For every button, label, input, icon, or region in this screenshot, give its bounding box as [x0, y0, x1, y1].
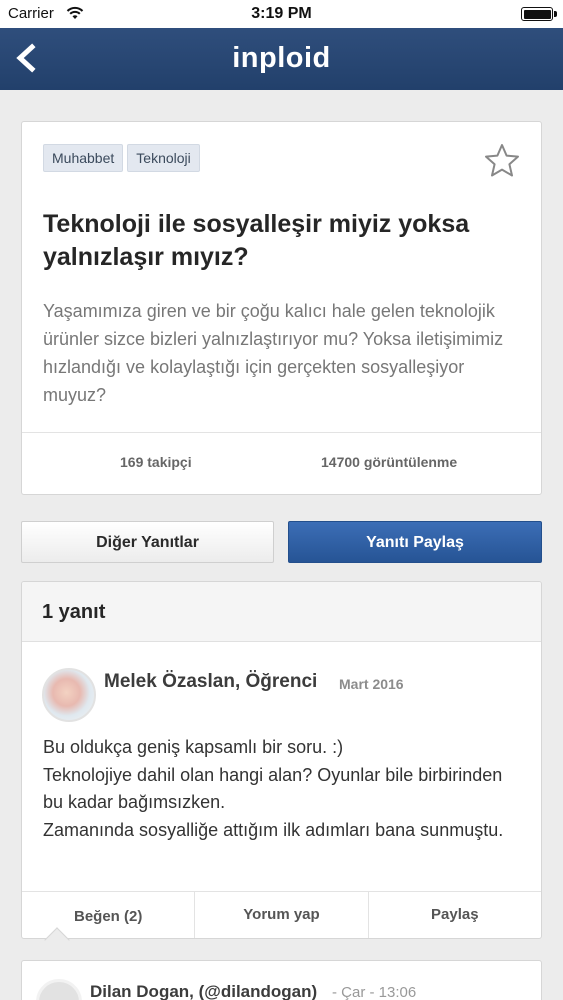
answer-date: Mart 2016 — [339, 676, 404, 692]
question-description: Yaşamımıza giren ve bir çoğu kalıcı hale… — [43, 301, 504, 405]
question-title: Teknoloji ile sosyalleşir miyiz yoksa ya… — [43, 210, 470, 271]
share-button[interactable]: Paylaş — [369, 892, 541, 938]
avatar[interactable] — [36, 979, 82, 1000]
views-count: 14700 görüntülenme — [321, 454, 458, 470]
like-button[interactable]: Beğen (2) — [22, 892, 196, 938]
answer-header: 1 yanıt — [22, 582, 541, 642]
divider — [22, 432, 541, 433]
avatar[interactable] — [42, 668, 96, 722]
tag-teknoloji[interactable]: Teknoloji — [127, 144, 200, 172]
star-icon[interactable] — [483, 142, 521, 180]
answer-card: 1 yanıt Melek Özaslan, Öğrenci Mart 2016… — [21, 581, 542, 939]
battery-icon — [521, 7, 557, 21]
answer-text: Bu oldukça geniş kapsamlı bir soru. :) T… — [43, 737, 504, 840]
share-answer-button[interactable]: Yanıtı Paylaş — [288, 521, 542, 563]
answer-count: 1 yanıt — [42, 601, 106, 623]
comment-card: Dilan Dogan, (@dilandogan) - Çar - 13:06 — [21, 960, 542, 1000]
navigation-bar: inploid — [0, 28, 563, 90]
comment-author[interactable]: Dilan Dogan, (@dilandogan) — [90, 982, 317, 1000]
status-bar: Carrier 3:19 PM — [0, 0, 563, 28]
tag-list: Muhabbet Teknoloji — [43, 144, 200, 172]
comment-button[interactable]: Yorum yap — [195, 892, 369, 938]
question-card: Muhabbet Teknoloji Teknoloji ile sosyall… — [21, 121, 542, 495]
other-answers-button[interactable]: Diğer Yanıtlar — [21, 521, 274, 563]
answer-actions: Beğen (2) Yorum yap Paylaş — [22, 891, 541, 938]
answer-author[interactable]: Melek Özaslan, Öğrenci — [104, 671, 317, 693]
tag-muhabbet[interactable]: Muhabbet — [43, 144, 124, 172]
answer-body: Bu oldukça geniş kapsamlı bir soru. :) T… — [43, 734, 523, 844]
clock: 3:19 PM — [251, 5, 312, 22]
app-logo: inploid — [232, 42, 331, 74]
comment-date: - Çar - 13:06 — [332, 984, 417, 1000]
followers-count[interactable]: 169 takipçi — [120, 454, 192, 470]
